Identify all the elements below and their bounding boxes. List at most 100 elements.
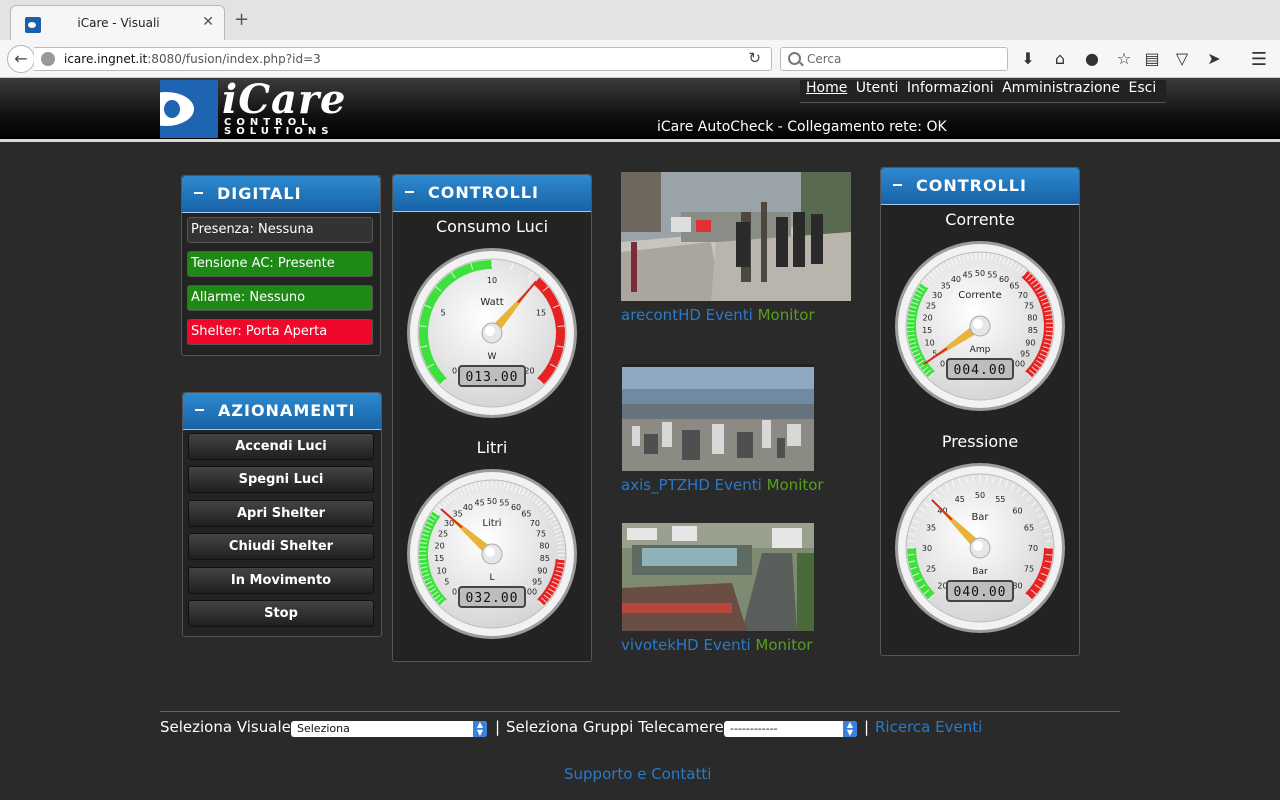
camera-arecont-image[interactable] xyxy=(621,172,851,301)
gauge-tick-label: 70 xyxy=(1028,544,1038,553)
gauge-tick-label: 5 xyxy=(440,309,445,318)
close-tab-icon[interactable]: ✕ xyxy=(202,14,214,30)
camera-vivotek-links: vivotekHD Eventi Monitor xyxy=(621,636,812,654)
accendi-luci-button[interactable]: Accendi Luci xyxy=(188,433,374,460)
ricerca-eventi-link[interactable]: Ricerca Eventi xyxy=(875,718,982,736)
send-icon[interactable]: ➤ xyxy=(1204,49,1224,68)
gauge-tick-label: 35 xyxy=(452,510,462,519)
gauge-tick-label: 55 xyxy=(987,270,997,279)
gauge-readout: 013.00 xyxy=(466,370,519,385)
browser-tab-strip: iCare - Visuali ✕ + xyxy=(0,0,1280,41)
collapse-icon[interactable] xyxy=(893,184,902,186)
globe-icon xyxy=(41,52,55,66)
digitali-header[interactable]: DIGITALI xyxy=(182,176,380,213)
camera-axis-image[interactable] xyxy=(622,364,814,471)
gauge-tick-label: 60 xyxy=(999,275,1009,284)
gauge-tick-label: 75 xyxy=(536,530,546,539)
menu-amministrazione[interactable]: Amministrazione xyxy=(1002,80,1120,96)
axis-monitor-link[interactable]: Monitor xyxy=(767,476,824,494)
browser-tab[interactable]: iCare - Visuali ✕ xyxy=(10,5,225,41)
back-arrow-icon[interactable]: ← xyxy=(7,45,35,73)
supporto-contatti-link[interactable]: Supporto e Contatti xyxy=(564,765,711,783)
collapse-icon[interactable] xyxy=(405,191,414,193)
gauge-unit: L xyxy=(489,573,494,583)
digitali-title: DIGITALI xyxy=(217,184,302,203)
gauge-tick-label: 95 xyxy=(1020,350,1030,359)
gauge-tick-label: 55 xyxy=(499,498,509,507)
controlli-right-panel: CONTROLLI Corrente 0 5 10 15 20 25 30 35 40 45 50 5… xyxy=(880,167,1080,656)
spegni-luci-button[interactable]: Spegni Luci xyxy=(188,466,374,493)
gauge-tick-label: 25 xyxy=(926,564,936,573)
url-text[interactable]: icare.ingnet.it:8080/fusion/index.php?id… xyxy=(64,52,321,66)
axis-events-link[interactable]: axis_PTZHD Eventi xyxy=(621,476,762,494)
gauge-tick-label: 10 xyxy=(487,276,497,285)
camera-vivotek-image[interactable] xyxy=(622,523,814,631)
vivotek-events-link[interactable]: vivotekHD Eventi xyxy=(621,636,751,654)
menu-informazioni[interactable]: Informazioni xyxy=(907,80,994,96)
arecont-events-link[interactable]: arecontHD Eventi xyxy=(621,306,753,324)
menu-icon[interactable]: ☰ xyxy=(1249,49,1269,70)
gauge-title-litri: Litri xyxy=(476,438,508,457)
gauge-tick-label: 75 xyxy=(1024,302,1034,311)
seleziona-gruppi-label: Seleziona Gruppi Telecamere: xyxy=(506,718,729,736)
gauge-tick-label: 75 xyxy=(1024,564,1034,573)
gauge-tick-label: 45 xyxy=(475,498,485,507)
search-placeholder: Cerca xyxy=(807,52,842,66)
pocket-icon[interactable]: ▽ xyxy=(1172,49,1192,68)
status-allarme: Allarme: Nessuno xyxy=(187,285,373,311)
gauge-tick-label: 90 xyxy=(537,566,547,575)
chiudi-shelter-button[interactable]: Chiudi Shelter xyxy=(188,533,374,560)
gauge-tick-label: 40 xyxy=(463,503,473,512)
controlli-right-header[interactable]: CONTROLLI xyxy=(881,168,1079,205)
status-tensione-ac: Tensione AC: Presente xyxy=(187,251,373,277)
gauge-tick-label: 10 xyxy=(437,566,447,575)
reload-icon[interactable]: ↻ xyxy=(748,49,761,67)
stop-button[interactable]: Stop xyxy=(188,600,374,627)
menu-utenti[interactable]: Utenti xyxy=(856,80,899,96)
status-presenza: Presenza: Nessuna xyxy=(187,217,373,243)
download-icon[interactable]: ⬇ xyxy=(1018,49,1038,68)
gauge-pressione: 20253035404550556065707580BarBar040.00 xyxy=(895,463,1065,633)
controlli-left-header[interactable]: CONTROLLI xyxy=(393,175,591,212)
gauge-tick-label: 10 xyxy=(925,338,935,347)
menu-esci[interactable]: Esci xyxy=(1128,80,1156,96)
gauge-tick-label: 60 xyxy=(511,503,521,512)
gauge-tick-label: 50 xyxy=(975,491,985,500)
apri-shelter-button[interactable]: Apri Shelter xyxy=(188,500,374,527)
gauge-title-corrente: Corrente xyxy=(945,210,1015,229)
camera-axis-links: axis_PTZHD Eventi Monitor xyxy=(621,476,824,494)
gauge-tick-label: 65 xyxy=(521,510,531,519)
home-icon[interactable]: ⌂ xyxy=(1050,49,1070,68)
gauge-tick-label: 65 xyxy=(1009,282,1019,291)
bookmark-star-icon[interactable]: ☆ xyxy=(1114,49,1134,68)
seleziona-visuale-select[interactable]: Seleziona ▲ ▼ xyxy=(291,721,487,737)
vivotek-monitor-link[interactable]: Monitor xyxy=(755,636,812,654)
reading-list-icon[interactable]: ▤ xyxy=(1142,49,1162,68)
collapse-icon[interactable] xyxy=(195,409,204,411)
azionamenti-header[interactable]: AZIONAMENTI xyxy=(183,393,381,430)
controlli-left-title: CONTROLLI xyxy=(428,183,539,202)
gauge-tick-label: 45 xyxy=(955,495,965,504)
digitali-panel: DIGITALI Presenza: Nessuna Tensione AC: … xyxy=(181,175,381,356)
new-tab-icon[interactable]: + xyxy=(234,11,249,29)
camera-arecont-links: arecontHD Eventi Monitor xyxy=(621,306,815,324)
logo-title: iCare xyxy=(222,76,347,123)
in-movimento-button[interactable]: In Movimento xyxy=(188,567,374,594)
gauge-tick-label: 0 xyxy=(452,366,457,375)
chat-icon[interactable]: ● xyxy=(1082,49,1102,68)
arecont-monitor-link[interactable]: Monitor xyxy=(758,306,815,324)
autocheck-status: iCare AutoCheck - Collegamento rete: OK xyxy=(657,119,947,135)
gauge-tick-label: 30 xyxy=(922,544,932,553)
gauge-tick-label: 50 xyxy=(975,269,985,278)
gauge-readout: 032.00 xyxy=(466,591,519,606)
footer-separator: | xyxy=(864,718,870,736)
gauge-tick-label: 55 xyxy=(995,495,1005,504)
seleziona-gruppi-select[interactable]: ------------ ▲ ▼ xyxy=(724,721,857,737)
url-bar[interactable]: icare.ingnet.it:8080/fusion/index.php?id… xyxy=(34,47,772,71)
collapse-icon[interactable] xyxy=(194,192,203,194)
browser-search-input[interactable]: Cerca xyxy=(780,47,1008,71)
gauge-unit: Amp xyxy=(970,345,991,355)
menu-home[interactable]: Home xyxy=(806,80,847,96)
azionamenti-panel: AZIONAMENTI Accendi Luci Spegni Luci Apr… xyxy=(182,392,382,637)
logo-eye-icon[interactable] xyxy=(160,80,218,138)
